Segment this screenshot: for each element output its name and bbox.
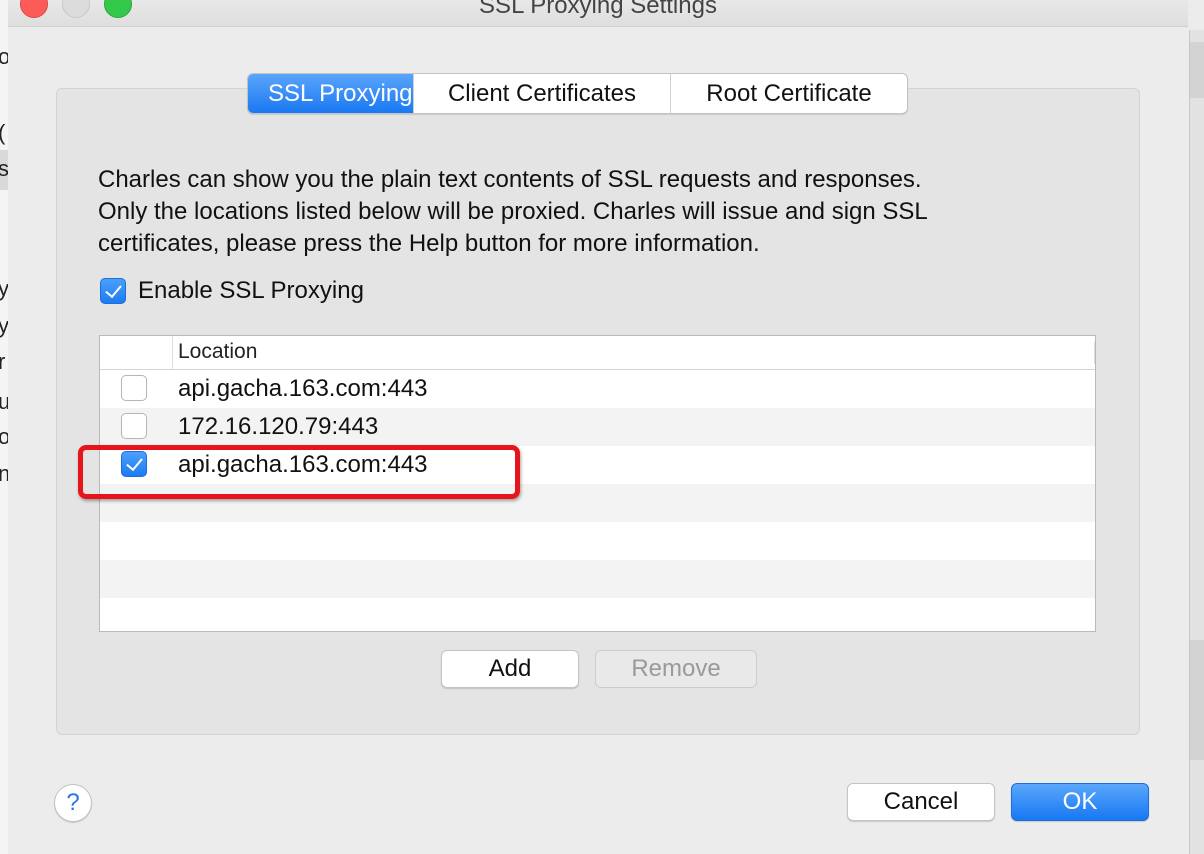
enable-ssl-proxying-checkbox[interactable] — [100, 278, 126, 304]
enable-ssl-proxying-label[interactable]: Enable SSL Proxying — [138, 277, 364, 305]
add-button[interactable]: Add — [441, 650, 579, 688]
help-icon: ? — [66, 789, 80, 816]
description-line: Only the locations listed below will be … — [98, 198, 928, 225]
tab-client-certificates[interactable]: Client Certificates — [414, 74, 671, 113]
background-band — [1190, 640, 1204, 760]
table-row[interactable]: 172.16.120.79:443 — [100, 408, 1095, 446]
table-row[interactable]: api.gacha.163.com:443 — [100, 370, 1095, 408]
background-text: r — [0, 349, 5, 375]
table-header: Location — [100, 336, 1095, 370]
title-bar: SSL Proxying Settings — [8, 0, 1188, 27]
tab-ssl-proxying[interactable]: SSL Proxying — [248, 74, 414, 113]
enable-ssl-proxying-row: Enable SSL Proxying — [100, 276, 364, 306]
background-text: ( — [0, 120, 5, 146]
screen: o ( s y y r u. o n SSL Proxying Settings… — [0, 0, 1204, 854]
background-window-right — [1189, 30, 1204, 854]
row-enabled-checkbox[interactable] — [121, 375, 147, 401]
help-button[interactable]: ? — [54, 784, 92, 822]
description-line: certificates, please press the Help butt… — [98, 230, 760, 257]
row-enabled-checkbox[interactable] — [121, 413, 147, 439]
checkbox-column-header[interactable] — [100, 336, 173, 369]
tab-bar: SSL Proxying Client Certificates Root Ce… — [247, 73, 908, 114]
remove-button[interactable]: Remove — [595, 650, 757, 688]
column-divider — [1094, 342, 1095, 364]
table-body: api.gacha.163.com:443 172.16.120.79:443 … — [100, 370, 1095, 631]
empty-table-row — [100, 522, 1095, 560]
location-column-header[interactable]: Location — [178, 340, 257, 364]
annotation-highlight-box — [78, 445, 520, 499]
description-line: Charles can show you the plain text cont… — [98, 166, 922, 193]
row-location: 172.16.120.79:443 — [178, 413, 379, 440]
row-location: api.gacha.163.com:443 — [178, 375, 428, 402]
ssl-proxying-settings-dialog: SSL Proxying Settings SSL Proxying Clien… — [8, 0, 1188, 854]
empty-table-row — [100, 598, 1095, 631]
tab-root-certificate[interactable]: Root Certificate — [671, 74, 907, 113]
window-title: SSL Proxying Settings — [479, 0, 717, 19]
ok-button[interactable]: OK — [1011, 783, 1149, 821]
description-text: Charles can show you the plain text cont… — [98, 164, 1098, 260]
background-band — [1190, 42, 1204, 98]
empty-table-row — [100, 560, 1095, 598]
cancel-button[interactable]: Cancel — [847, 783, 995, 821]
